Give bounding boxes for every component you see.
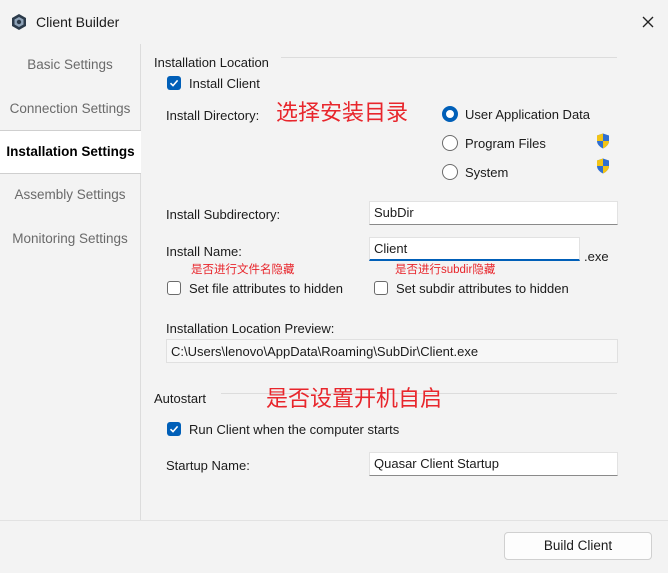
exe-suffix: .exe [584, 249, 609, 264]
install-name-input[interactable]: Client [369, 237, 580, 261]
app-icon [12, 14, 26, 30]
title-bar: Client Builder [0, 0, 668, 44]
user-application-data-label: User Application Data [465, 107, 591, 122]
sidebar-item-connection-settings[interactable]: Connection Settings [0, 88, 140, 130]
run-on-start-checkbox[interactable] [167, 422, 181, 436]
install-subdirectory-label: Install Subdirectory: [166, 207, 281, 222]
location-preview-field: C:\Users\lenovo\AppData\Roaming\SubDir\C… [166, 339, 618, 363]
startup-name-input[interactable]: Quasar Client Startup [369, 452, 618, 476]
settings-sidebar: Basic Settings Connection Settings Insta… [0, 44, 141, 520]
installation-settings-panel: Installation Location Install Client Ins… [141, 44, 668, 520]
hide-subdir-label: Set subdir attributes to hidden [396, 281, 569, 296]
directory-annotation: 选择安装目录 [276, 101, 409, 126]
checkmark-icon [169, 425, 179, 433]
window-title: Client Builder [36, 14, 120, 30]
autostart-annotation: 是否设置开机自启 [266, 387, 443, 412]
close-icon[interactable] [638, 12, 658, 32]
sidebar-item-assembly-settings[interactable]: Assembly Settings [0, 174, 140, 216]
startup-name-label: Startup Name: [166, 458, 250, 473]
hide-file-checkbox[interactable] [167, 281, 181, 295]
checkmark-icon [169, 79, 179, 87]
section-divider [281, 57, 617, 58]
hide-file-label: Set file attributes to hidden [189, 281, 343, 296]
install-name-label: Install Name: [166, 244, 242, 259]
radio-system[interactable] [442, 164, 458, 180]
dialog-footer: Build Client [0, 520, 668, 573]
subdir-hide-annotation: 是否进行subdir隐藏 [395, 264, 496, 276]
installation-location-heading: Installation Location [154, 55, 269, 70]
radio-user-application-data[interactable] [442, 106, 458, 122]
sidebar-item-installation-settings[interactable]: Installation Settings [0, 130, 141, 174]
run-on-start-label: Run Client when the computer starts [189, 422, 400, 437]
uac-shield-icon [597, 133, 609, 149]
install-directory-label: Install Directory: [166, 108, 260, 123]
install-subdirectory-input[interactable]: SubDir [369, 201, 618, 225]
install-client-label: Install Client [189, 76, 260, 91]
install-client-checkbox[interactable] [167, 76, 181, 90]
system-label: System [465, 165, 509, 180]
radio-program-files[interactable] [442, 135, 458, 151]
sidebar-item-basic-settings[interactable]: Basic Settings [0, 44, 140, 86]
program-files-label: Program Files [465, 136, 546, 151]
uac-shield-icon [597, 158, 609, 174]
file-hide-annotation: 是否进行文件名隐藏 [191, 264, 295, 276]
hide-subdir-checkbox[interactable] [374, 281, 388, 295]
autostart-heading: Autostart [154, 391, 207, 406]
preview-label: Installation Location Preview: [166, 321, 335, 336]
build-client-button[interactable]: Build Client [504, 532, 652, 560]
sidebar-item-monitoring-settings[interactable]: Monitoring Settings [0, 218, 140, 260]
